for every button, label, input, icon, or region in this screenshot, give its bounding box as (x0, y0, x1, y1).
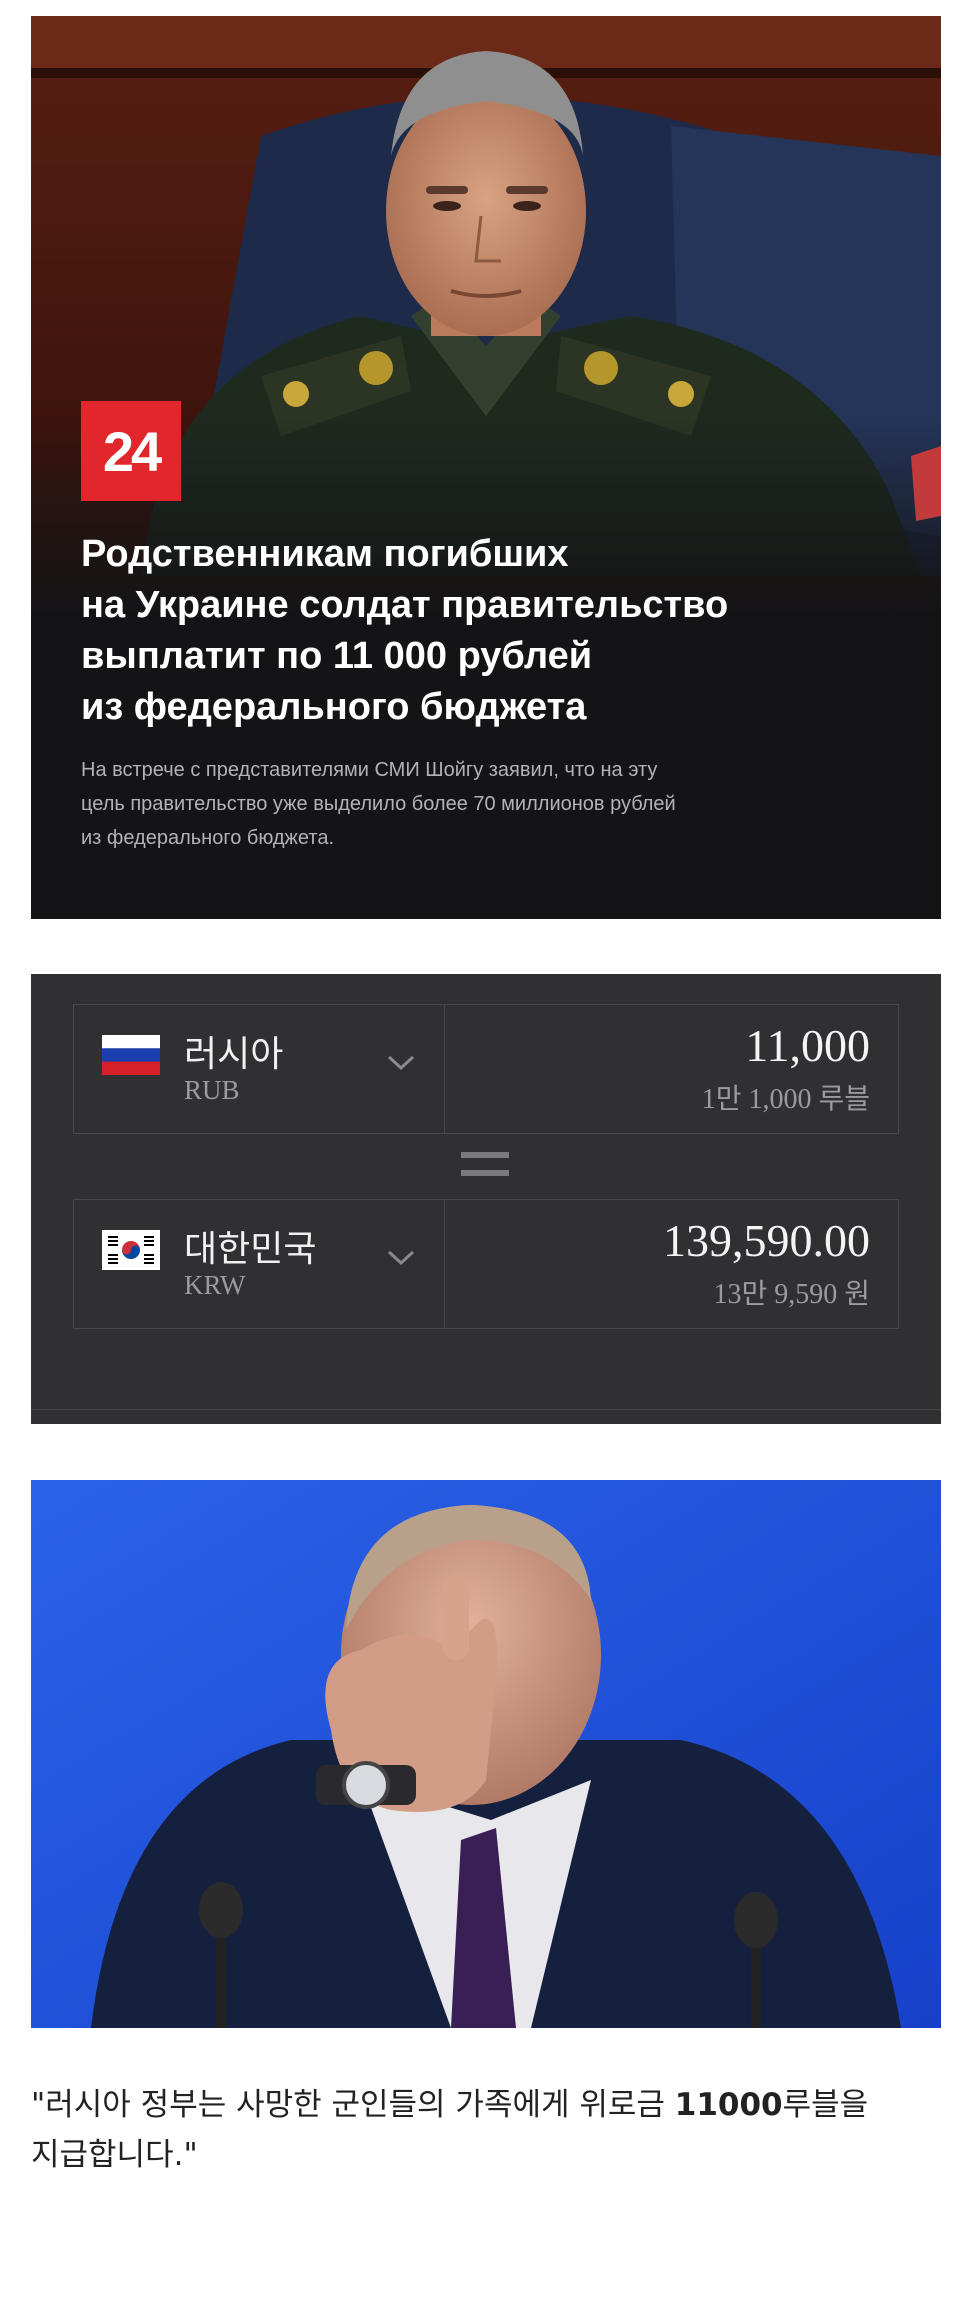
subtext-line: На встрече с представителями СМИ Шойгу з… (81, 759, 658, 781)
to-currency-select[interactable]: 대한민국 KRW (74, 1200, 445, 1328)
headline-line: выплатит по 11 000 рублей (81, 635, 593, 677)
caption-part: "러시아 정부는 사망한 군인들의 가족에게 위로금 (31, 2087, 675, 2123)
to-country-name: 대한민국 (184, 1229, 317, 1270)
news-card: 24 Родственникам погибших на Украине сол… (31, 16, 941, 919)
divider (31, 1409, 941, 1410)
news-subtext: На встрече с представителями СМИ Шойгу з… (81, 753, 901, 855)
headline-line: Родственникам погибших (81, 533, 569, 575)
headline-line: из федерального бюджета (81, 686, 587, 728)
tv24-logo: 24 (81, 401, 181, 501)
from-amount-korean: 1만 1,000 루블 (701, 1084, 870, 1115)
from-currency-code: RUB (184, 1075, 240, 1105)
korea-flag-icon (102, 1230, 160, 1270)
subtext-line: из федерального бюджета. (81, 827, 335, 849)
to-amount-korean: 13만 9,590 원 (713, 1279, 870, 1310)
subtext-line: цель правительство уже выделило более 70… (81, 793, 676, 815)
caption-part: 루블을 (782, 2087, 869, 2123)
russia-flag-icon (102, 1035, 160, 1075)
press-photo-image (31, 1480, 941, 2028)
from-amount: 11,000 (745, 1020, 870, 1071)
currency-converter: 러시아 RUB 11,000 1만 1,000 루블 대한민국 KRW 139,… (31, 974, 941, 1424)
to-amount: 139,590.00 (663, 1215, 870, 1266)
equals-icon (461, 1152, 509, 1178)
caption-line: "러시아 정부는 사망한 군인들의 가족에게 위로금 11000루블을 (31, 2080, 941, 2130)
from-country-name: 러시아 (184, 1034, 284, 1075)
headline-line: на Украине солдат правительство (81, 584, 729, 626)
caption-text: "러시아 정부는 사망한 군인들의 가족에게 위로금 11000루블을 지급합니… (31, 2080, 941, 2180)
to-currency-code: KRW (184, 1270, 246, 1300)
to-currency-row: 대한민국 KRW 139,590.00 13만 9,590 원 (73, 1199, 899, 1329)
to-amount-field[interactable]: 139,590.00 13만 9,590 원 (445, 1200, 898, 1328)
from-currency-row: 러시아 RUB 11,000 1만 1,000 루블 (73, 1004, 899, 1134)
chevron-down-icon (387, 1250, 415, 1266)
press-photo (31, 1480, 941, 2028)
chevron-down-icon (387, 1055, 415, 1071)
caption-line: 지급합니다." (31, 2137, 198, 2173)
news-headline: Родственникам погибших на Украине солдат… (81, 529, 901, 733)
from-amount-field[interactable]: 11,000 1만 1,000 루블 (445, 1005, 898, 1133)
caption-amount: 11000 (674, 2087, 783, 2123)
from-currency-select[interactable]: 러시아 RUB (74, 1005, 445, 1133)
